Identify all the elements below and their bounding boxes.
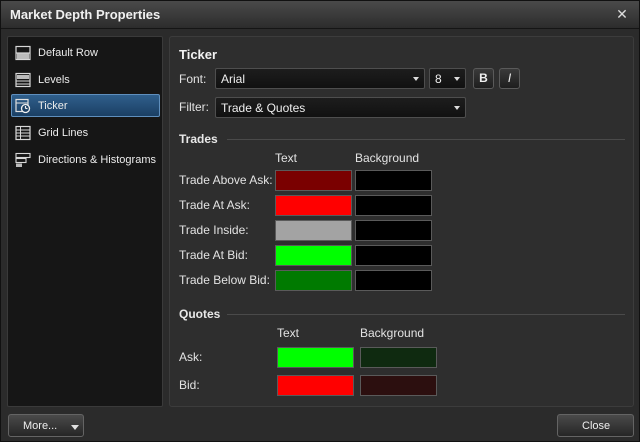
- sidebar-item-default-row[interactable]: Default Row: [11, 41, 160, 64]
- quotes-row-label-bid: Bid:: [179, 378, 200, 392]
- sidebar-item-label: Directions & Histograms: [38, 153, 156, 166]
- quotes-background-color-swatch-ask[interactable]: [360, 347, 437, 368]
- sidebar-item-levels[interactable]: Levels: [11, 68, 160, 91]
- filter-select[interactable]: Trade & Quotes: [215, 97, 466, 118]
- chevron-down-icon: [454, 106, 460, 110]
- trades-row-label-trade-at-ask: Trade At Ask:: [179, 198, 250, 212]
- trades-text-color-swatch-trade-above-ask[interactable]: [275, 170, 352, 191]
- font-size-value: 8: [435, 72, 442, 86]
- quotes-column-background: Background: [360, 326, 425, 340]
- trades-row-label-trade-inside: Trade Inside:: [179, 223, 249, 237]
- close-button[interactable]: Close: [557, 414, 634, 437]
- trades-row-label-trade-at-bid: Trade At Bid:: [179, 248, 248, 262]
- sidebar-item-directions-histograms[interactable]: Directions & Histograms: [11, 148, 160, 171]
- chevron-down-icon: [413, 77, 419, 81]
- quotes-row-label-ask: Ask:: [179, 350, 203, 364]
- sidebar-item-label: Ticker: [38, 99, 68, 112]
- font-label: Font:: [179, 72, 207, 86]
- more-button[interactable]: More...: [8, 414, 84, 437]
- ticker-settings-panel: Ticker Font: Arial 8 B I Filter: Trade &…: [169, 36, 634, 407]
- chevron-down-icon: [71, 425, 79, 430]
- trades-text-color-swatch-trade-at-bid[interactable]: [275, 245, 352, 266]
- trades-column-text: Text: [275, 151, 298, 165]
- close-icon[interactable]: ✕: [615, 7, 629, 21]
- close-button-label: Close: [582, 420, 611, 432]
- font-size-select[interactable]: 8: [429, 68, 466, 89]
- quotes-text-color-swatch-bid[interactable]: [277, 375, 354, 396]
- sidebar: Default Row Levels Ticker Grid Lines Dir…: [7, 36, 163, 407]
- italic-button[interactable]: I: [499, 68, 520, 89]
- bold-button[interactable]: B: [473, 68, 494, 89]
- levels-icon: [15, 72, 31, 87]
- divider: [227, 139, 625, 140]
- trades-background-color-swatch-trade-below-bid[interactable]: [355, 270, 432, 291]
- sidebar-item-ticker[interactable]: Ticker: [11, 94, 160, 117]
- sidebar-item-grid-lines[interactable]: Grid Lines: [11, 121, 160, 144]
- filter-label: Filter:: [179, 100, 209, 114]
- section-heading-ticker: Ticker: [179, 47, 218, 62]
- trades-background-color-swatch-trade-at-ask[interactable]: [355, 195, 432, 216]
- font-family-value: Arial: [221, 72, 246, 86]
- quotes-column-text: Text: [277, 326, 300, 340]
- sidebar-item-label: Grid Lines: [38, 126, 89, 139]
- chevron-down-icon: [454, 77, 460, 81]
- section-heading-trades: Trades: [179, 132, 218, 146]
- section-heading-quotes: Quotes: [179, 307, 221, 321]
- trades-column-background: Background: [355, 151, 420, 165]
- trades-background-color-swatch-trade-above-ask[interactable]: [355, 170, 432, 191]
- sidebar-item-label: Default Row: [38, 46, 98, 59]
- filter-value: Trade & Quotes: [221, 101, 306, 115]
- trades-text-color-swatch-trade-at-ask[interactable]: [275, 195, 352, 216]
- window-title: Market Depth Properties: [10, 7, 161, 22]
- market-depth-properties-dialog: Market Depth Properties ✕ Default Row Le…: [0, 0, 640, 442]
- title-bar[interactable]: Market Depth Properties ✕: [1, 1, 639, 29]
- quotes-background-color-swatch-bid[interactable]: [360, 375, 437, 396]
- trades-row-label-trade-below-bid: Trade Below Bid:: [179, 273, 270, 287]
- trades-row-label-trade-above-ask: Trade Above Ask:: [179, 173, 273, 187]
- default-row-icon: [15, 45, 31, 60]
- ticker-icon: [15, 98, 31, 113]
- sidebar-item-label: Levels: [38, 73, 70, 86]
- quotes-text-color-swatch-ask[interactable]: [277, 347, 354, 368]
- trades-text-color-swatch-trade-below-bid[interactable]: [275, 270, 352, 291]
- trades-background-color-swatch-trade-inside[interactable]: [355, 220, 432, 241]
- directions-histograms-icon: [15, 152, 31, 167]
- more-button-label: More...: [23, 420, 58, 432]
- trades-text-color-swatch-trade-inside[interactable]: [275, 220, 352, 241]
- font-family-select[interactable]: Arial: [215, 68, 425, 89]
- divider: [227, 314, 625, 315]
- grid-lines-icon: [15, 125, 31, 140]
- trades-background-color-swatch-trade-at-bid[interactable]: [355, 245, 432, 266]
